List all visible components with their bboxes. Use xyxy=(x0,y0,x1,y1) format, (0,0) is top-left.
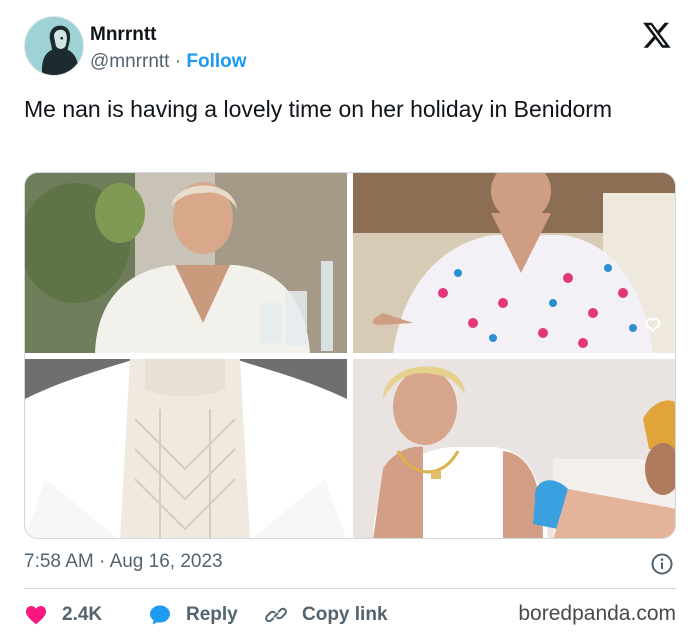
tweet-timestamp[interactable]: 7:58 AM · Aug 16, 2023 xyxy=(24,551,223,573)
reply-label: Reply xyxy=(186,604,238,625)
link-icon xyxy=(265,607,287,623)
author-name[interactable]: Mnrrntt xyxy=(90,24,156,46)
tweet-time: 7:58 AM xyxy=(24,551,94,572)
photo-1[interactable] xyxy=(25,173,347,353)
tweet-header: Mnrrntt @mnrrntt · Follow xyxy=(24,16,676,80)
media-grid xyxy=(24,172,676,539)
watermark: boredpanda.com xyxy=(518,602,676,625)
divider xyxy=(24,588,676,589)
info-icon[interactable] xyxy=(650,552,674,576)
photo-4[interactable] xyxy=(353,359,675,538)
reply-button[interactable]: Reply xyxy=(148,600,238,630)
tweet-text: Me nan is having a lovely time on her ho… xyxy=(24,96,613,122)
photo-3[interactable] xyxy=(25,359,347,538)
heart-icon xyxy=(26,606,46,625)
author-handle-line: @mnrrntt · Follow xyxy=(90,51,247,73)
speech-bubble-icon xyxy=(150,605,170,625)
avatar[interactable] xyxy=(24,16,84,76)
handle-separator: · xyxy=(169,51,187,72)
author-handle[interactable]: @mnrrntt xyxy=(90,51,169,72)
timestamp-separator: · xyxy=(93,551,110,572)
avatar-image xyxy=(25,17,83,75)
like-count: 2.4K xyxy=(62,604,103,625)
x-logo-icon[interactable] xyxy=(642,20,672,50)
like-button[interactable]: 2.4K xyxy=(24,600,102,630)
copy-link-label: Copy link xyxy=(302,604,388,625)
copy-link-button[interactable]: Copy link xyxy=(264,600,388,630)
follow-button[interactable]: Follow xyxy=(186,51,246,72)
photo-2[interactable] xyxy=(353,173,675,353)
action-bar: 2.4K Reply Copy link boredpanda.com xyxy=(24,600,676,630)
tweet-date: Aug 16, 2023 xyxy=(109,551,223,572)
